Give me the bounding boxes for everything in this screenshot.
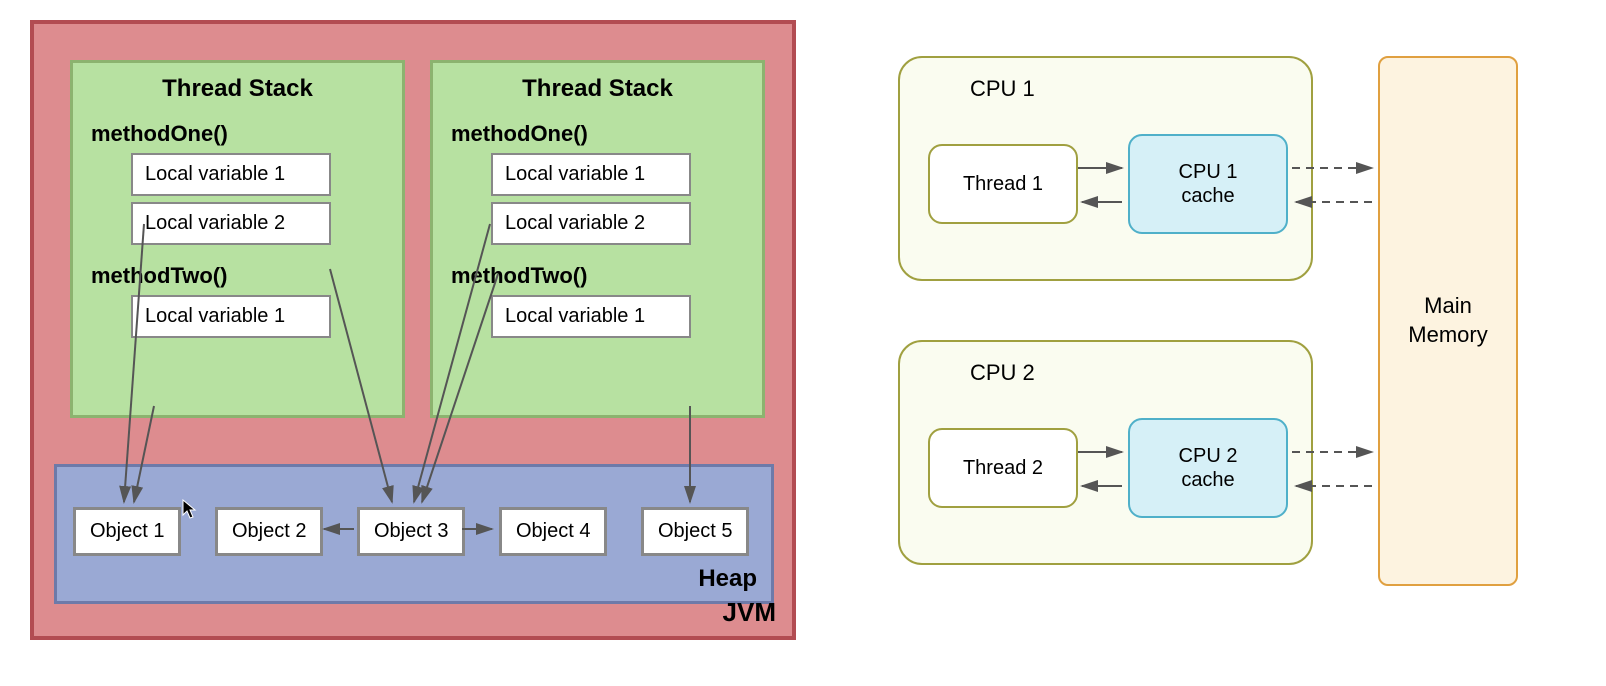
cpu1-cache: CPU 1 cache: [1128, 134, 1288, 234]
cpu2-container: CPU 2 Thread 2 CPU 2 cache: [898, 340, 1313, 565]
ts1-method-two-label: methodTwo(): [91, 263, 402, 289]
ts2-method-one-label: methodOne(): [451, 121, 762, 147]
cpu1-container: CPU 1 Thread 1 CPU 1 cache: [898, 56, 1313, 281]
ts1-m2-lv1: Local variable 1: [131, 295, 331, 338]
cpu2-cache: CPU 2 cache: [1128, 418, 1288, 518]
ts1-method-one-label: methodOne(): [91, 121, 402, 147]
heap-object-4: Object 4: [499, 507, 607, 556]
jvm-container: Thread Stack methodOne() Local variable …: [30, 20, 796, 640]
main-memory-line2: Memory: [1408, 321, 1487, 350]
heap-container: Object 1 Object 2 Object 3 Object 4 Obje…: [54, 464, 774, 604]
thread-stack-1: Thread Stack methodOne() Local variable …: [70, 60, 405, 418]
heap-object-2: Object 2: [215, 507, 323, 556]
ts2-m1-lv1: Local variable 1: [491, 153, 691, 196]
cpu2-cache-line2: cache: [1181, 468, 1234, 492]
heap-label: Heap: [698, 565, 757, 593]
jvm-label: JVM: [723, 597, 776, 628]
cpu1-cache-line2: cache: [1181, 184, 1234, 208]
heap-object-5: Object 5: [641, 507, 749, 556]
ts1-m1-lv2: Local variable 2: [131, 202, 331, 245]
heap-object-1: Object 1: [73, 507, 181, 556]
thread-stack-2-title: Thread Stack: [433, 75, 762, 103]
cpu2-cache-line1: CPU 2: [1179, 444, 1238, 468]
ts2-m2-lv1: Local variable 1: [491, 295, 691, 338]
thread-stack-2: Thread Stack methodOne() Local variable …: [430, 60, 765, 418]
ts2-method-two-label: methodTwo(): [451, 263, 762, 289]
cpu2-thread: Thread 2: [928, 428, 1078, 508]
ts2-m1-lv2: Local variable 2: [491, 202, 691, 245]
heap-object-3: Object 3: [357, 507, 465, 556]
cpu1-title: CPU 1: [970, 76, 1311, 102]
thread-stack-1-title: Thread Stack: [73, 75, 402, 103]
cpu1-cache-line1: CPU 1: [1179, 160, 1238, 184]
cpu1-thread: Thread 1: [928, 144, 1078, 224]
cpu2-title: CPU 2: [970, 360, 1311, 386]
ts1-m1-lv1: Local variable 1: [131, 153, 331, 196]
main-memory: Main Memory: [1378, 56, 1518, 586]
main-memory-line1: Main: [1424, 292, 1472, 321]
